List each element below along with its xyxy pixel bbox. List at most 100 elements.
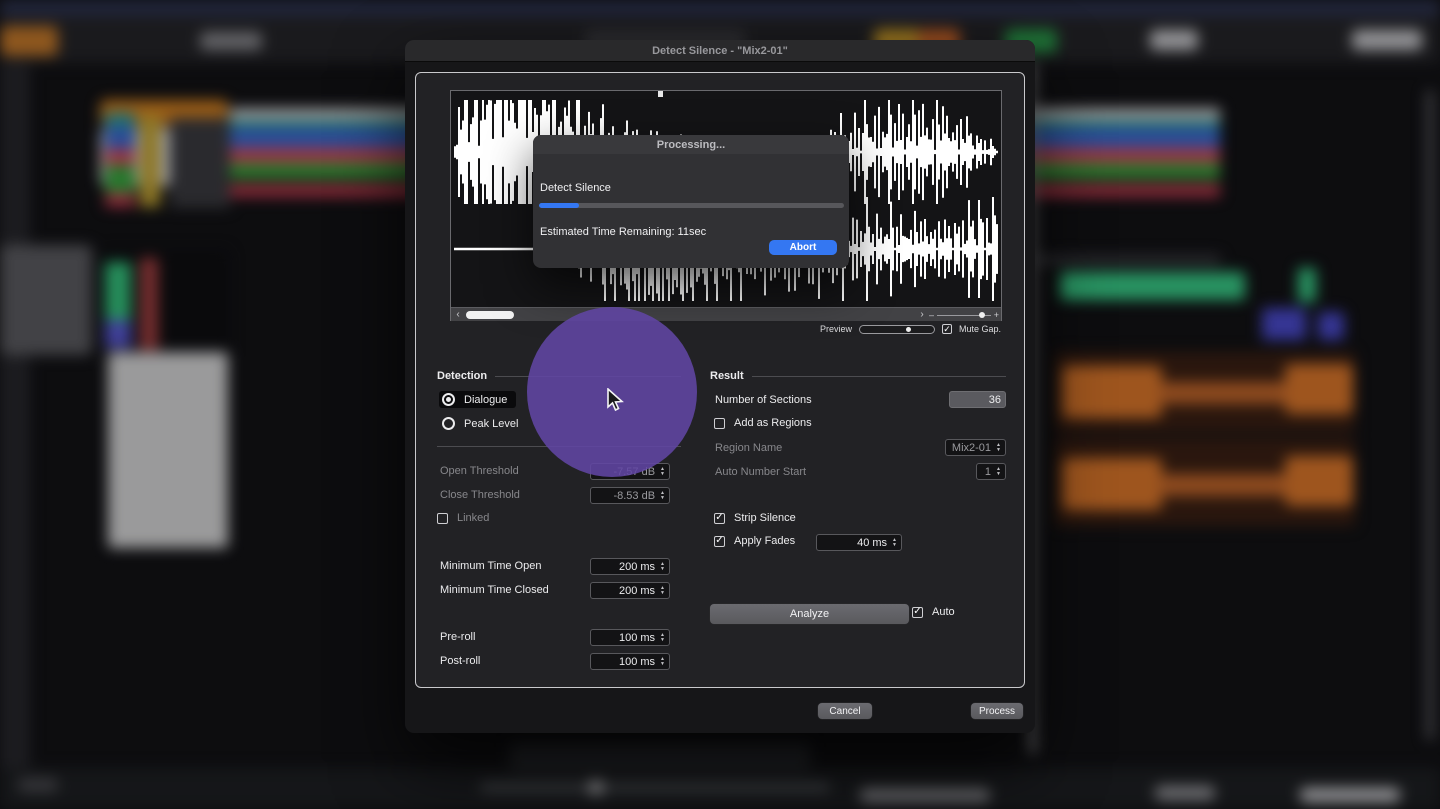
cancel-button-label: Cancel (829, 706, 860, 717)
open-threshold-label: Open Threshold (440, 465, 519, 477)
processing-dialog: Processing... Detect Silence Estimated T… (533, 135, 849, 268)
post-roll-label: Post-roll (440, 655, 480, 667)
radio-dialogue-label: Dialogue (464, 394, 507, 406)
divider (752, 376, 1006, 377)
open-threshold-field[interactable]: -7.57 dB ▲▼ (590, 463, 670, 480)
scrollbar-thumb[interactable] (466, 311, 514, 319)
stepper-icon[interactable]: ▲▼ (892, 538, 897, 547)
playhead-marker (658, 91, 663, 97)
process-button[interactable]: Process (971, 703, 1023, 719)
region-name-label: Region Name (715, 442, 782, 454)
radio-peak-icon[interactable] (442, 417, 455, 430)
apply-fades-field[interactable]: 40 ms ▲▼ (816, 534, 902, 551)
min-time-closed-field[interactable]: 200 ms ▲▼ (590, 582, 670, 599)
scroll-left-icon[interactable]: ‹ (451, 309, 465, 321)
zoom-in-icon[interactable]: + (994, 310, 999, 320)
preview-label: Preview (820, 324, 852, 334)
auto-number-start-field[interactable]: 1 ▲▼ (976, 463, 1006, 480)
min-time-closed-label: Minimum Time Closed (440, 584, 549, 596)
stepper-icon[interactable]: ▲▼ (660, 633, 665, 642)
auto-number-start-label: Auto Number Start (715, 466, 806, 478)
radio-dialogue[interactable]: Dialogue (439, 391, 516, 408)
stepper-icon[interactable]: ▲▼ (660, 657, 665, 666)
pre-roll-field[interactable]: 100 ms ▲▼ (590, 629, 670, 646)
post-roll-value: 100 ms (619, 656, 655, 668)
number-of-sections-value-box: 36 (949, 391, 1006, 408)
region-name-value: Mix2-01 (952, 442, 991, 454)
zoom-control[interactable]: – + (929, 308, 999, 322)
check-icon: ✓ (943, 324, 951, 334)
min-time-open-label: Minimum Time Open (440, 560, 541, 572)
stepper-icon[interactable]: ▲▼ (660, 491, 665, 500)
result-header: Result (710, 370, 1006, 382)
auto-label: Auto (932, 606, 955, 618)
linked-checkbox[interactable] (437, 513, 448, 524)
time-remaining-label: Estimated Time Remaining: 11sec (540, 226, 706, 238)
progress-bar-fill (539, 203, 579, 208)
preview-row: Preview ✓ Mute Gap. (820, 324, 1001, 334)
detection-header-label: Detection (437, 370, 487, 382)
scroll-right-icon[interactable]: › (915, 309, 929, 321)
close-threshold-field[interactable]: -8.53 dB ▲▼ (590, 487, 670, 504)
processing-task-label: Detect Silence (540, 182, 611, 194)
stepper-icon[interactable]: ▲▼ (660, 586, 665, 595)
strip-silence-label: Strip Silence (734, 512, 796, 524)
zoom-slider-handle[interactable] (979, 312, 985, 318)
radio-peak-level[interactable]: Peak Level (442, 417, 518, 430)
open-threshold-value: -7.57 dB (613, 466, 655, 478)
dialog-title-bar[interactable]: Detect Silence - "Mix2-01" (405, 40, 1035, 62)
pre-roll-label: Pre-roll (440, 631, 475, 643)
strip-silence-checkbox[interactable]: ✓ (714, 513, 725, 524)
waveform-scrollbar[interactable]: ‹ › – + (451, 307, 1001, 321)
auto-number-start-value: 1 (985, 466, 991, 478)
pre-roll-value: 100 ms (619, 632, 655, 644)
abort-button[interactable]: Abort (769, 240, 837, 255)
region-name-field[interactable]: Mix2-01 ▲▼ (945, 439, 1006, 456)
radio-peak-label: Peak Level (464, 418, 518, 430)
zoom-slider[interactable] (937, 315, 991, 316)
preview-slider[interactable] (859, 325, 935, 334)
dialog-title: Detect Silence - "Mix2-01" (652, 45, 788, 57)
linked-row[interactable]: Linked (437, 512, 489, 524)
apply-fades-checkbox[interactable]: ✓ (714, 536, 725, 547)
process-button-label: Process (979, 706, 1015, 717)
processing-title-bar[interactable]: Processing... (533, 135, 849, 154)
apply-fades-label: Apply Fades (734, 535, 795, 547)
auto-checkbox[interactable]: ✓ (912, 607, 923, 618)
apply-fades-row[interactable]: ✓ Apply Fades (714, 535, 795, 547)
abort-button-label: Abort (790, 242, 817, 253)
result-header-label: Result (710, 370, 744, 382)
apply-fades-value: 40 ms (857, 537, 887, 549)
mute-gap-checkbox[interactable]: ✓ (942, 324, 952, 334)
cancel-button[interactable]: Cancel (818, 703, 872, 719)
post-roll-field[interactable]: 100 ms ▲▼ (590, 653, 670, 670)
add-as-regions-label: Add as Regions (734, 417, 812, 429)
auto-row[interactable]: ✓ Auto (912, 606, 955, 618)
analyze-button[interactable]: Analyze (710, 604, 909, 624)
stepper-icon[interactable]: ▲▼ (660, 467, 665, 476)
strip-silence-row[interactable]: ✓ Strip Silence (714, 512, 796, 524)
add-as-regions-checkbox[interactable] (714, 418, 725, 429)
divider (437, 446, 681, 447)
detection-header: Detection (437, 370, 681, 382)
stepper-icon[interactable]: ▲▼ (660, 562, 665, 571)
min-time-open-field[interactable]: 200 ms ▲▼ (590, 558, 670, 575)
close-threshold-label: Close Threshold (440, 489, 520, 501)
check-icon: ✓ (715, 536, 723, 546)
check-icon: ✓ (715, 513, 723, 523)
stepper-icon[interactable]: ▲▼ (996, 467, 1001, 476)
zoom-out-icon[interactable]: – (929, 310, 934, 320)
check-icon: ✓ (913, 607, 921, 617)
radio-dialogue-icon[interactable] (442, 393, 455, 406)
processing-title: Processing... (657, 139, 725, 151)
min-time-closed-value: 200 ms (619, 585, 655, 597)
preview-slider-handle[interactable] (906, 327, 911, 332)
close-threshold-value: -8.53 dB (613, 490, 655, 502)
number-of-sections-label: Number of Sections (715, 394, 812, 406)
mute-gap-label: Mute Gap. (959, 324, 1001, 334)
stepper-icon[interactable]: ▲▼ (996, 443, 1001, 452)
min-time-open-value: 200 ms (619, 561, 655, 573)
add-as-regions-row[interactable]: Add as Regions (714, 417, 812, 429)
analyze-button-label: Analyze (790, 608, 829, 620)
number-of-sections-value: 36 (989, 394, 1001, 406)
